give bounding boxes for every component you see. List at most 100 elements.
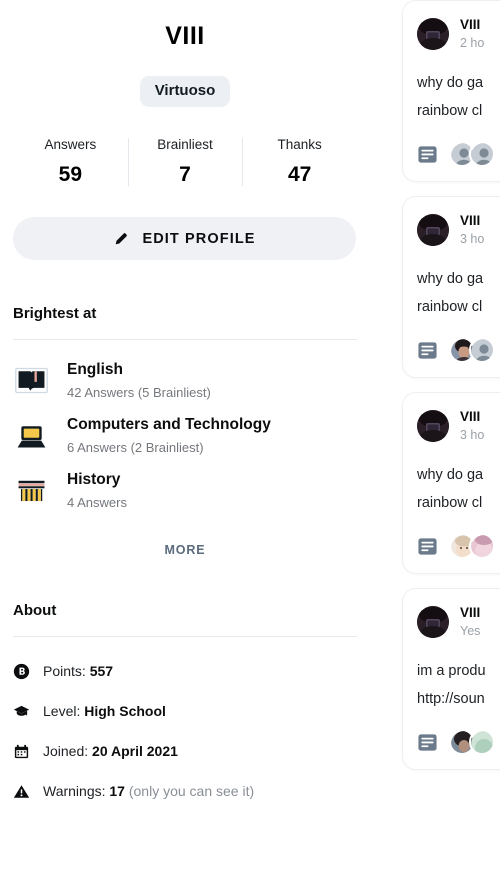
card-footer	[417, 141, 500, 167]
card-timestamp: Yes	[460, 624, 481, 638]
card-body-line: rainbow cl	[417, 103, 483, 119]
about-note: (only you can see it)	[124, 782, 255, 799]
card-body-line: rainbow cl	[417, 299, 483, 315]
subject-list: English 42 Answers (5 Brainliest) Comput…	[13, 354, 357, 519]
about-value: 17	[109, 782, 125, 799]
about-row-level: Level: High School	[13, 691, 357, 731]
card-body-line: http://soun	[417, 691, 485, 707]
stats-row: Answers 59 Brainliest 7 Thanks 47	[13, 134, 357, 192]
subject-text: Computers and Technology 6 Answers (2 Br…	[67, 415, 271, 456]
responder-avatars[interactable]	[449, 337, 495, 363]
subject-item-english[interactable]: English 42 Answers (5 Brainliest)	[13, 354, 357, 409]
card-author: VIII	[460, 17, 481, 32]
card-author: VIII	[460, 409, 481, 424]
subject-text: English 42 Answers (5 Brainliest)	[67, 360, 211, 401]
stat-thanks: Thanks 47	[242, 134, 357, 192]
card-body-line: rainbow cl	[417, 495, 483, 511]
pencil-icon	[113, 230, 130, 247]
stat-label: Answers	[44, 137, 97, 152]
about-value: 557	[89, 662, 114, 679]
placeholder-avatar[interactable]	[469, 141, 495, 167]
subject-item-computers-and-technology[interactable]: Computers and Technology 6 Answers (2 Br…	[13, 409, 357, 464]
stat-value: 47	[288, 163, 312, 186]
status-badge: Virtuoso	[139, 76, 231, 107]
profile-screen: VIII Virtuoso Answers 59 Brainliest 7 Th…	[0, 0, 500, 879]
brainly-points-icon	[13, 663, 30, 680]
card-author: VIII	[460, 605, 481, 620]
card-footer	[417, 729, 500, 755]
about-row-text: Points: 557	[43, 662, 113, 681]
card-footer	[417, 337, 500, 363]
about-label: Level:	[43, 702, 85, 719]
about-label: Joined:	[43, 742, 93, 759]
about-value: 20 April 2021	[92, 742, 178, 759]
divider	[13, 636, 357, 637]
feed-card[interactable]: VIII Yes im a produ http://soun	[402, 588, 500, 770]
answer-lines-icon	[417, 732, 438, 753]
card-header-text: VIII 3 ho	[460, 212, 484, 248]
about-label: Warnings:	[43, 782, 110, 799]
avatar[interactable]	[417, 410, 449, 442]
responder-avatars[interactable]	[449, 141, 495, 167]
page-title: VIII	[165, 22, 205, 50]
card-body-line: why do ga	[417, 271, 484, 287]
card-header: VIII 3 ho	[417, 212, 500, 248]
card-body-line: im a produ	[417, 663, 486, 679]
responder-avatars[interactable]	[449, 533, 495, 559]
photo-avatar-pink[interactable]	[469, 533, 495, 559]
profile-sidebar: VIII Virtuoso Answers 59 Brainliest 7 Th…	[0, 0, 370, 879]
card-footer	[417, 533, 500, 559]
card-header-text: VIII 2 ho	[460, 16, 484, 52]
card-body: why do ga rainbow cl	[417, 69, 500, 125]
card-timestamp: 3 ho	[460, 232, 485, 246]
avatar[interactable]	[417, 606, 449, 638]
book-icon	[13, 362, 50, 399]
stat-brainliest: Brainliest 7	[127, 134, 243, 192]
subject-name: English	[67, 361, 123, 378]
about-row-warnings: Warnings: 17 (only you can see it)	[13, 771, 357, 811]
about-label: Points:	[43, 662, 90, 679]
feed-card[interactable]: VIII 3 ho why do ga rainbow cl	[402, 392, 500, 574]
warning-icon	[13, 783, 30, 800]
laptop-icon	[13, 417, 50, 454]
feed-card[interactable]: VIII 2 ho why do ga rainbow cl	[402, 0, 500, 182]
calendar-icon	[13, 743, 30, 760]
card-timestamp: 2 ho	[460, 36, 485, 50]
about-row-text: Joined: 20 April 2021	[43, 742, 178, 761]
card-header: VIII 2 ho	[417, 16, 500, 52]
card-header-text: VIII 3 ho	[460, 408, 484, 444]
card-header: VIII Yes	[417, 604, 500, 640]
avatar[interactable]	[417, 214, 449, 246]
placeholder-avatar[interactable]	[469, 337, 495, 363]
subject-meta: 4 Answers	[67, 495, 127, 510]
card-timestamp: 3 ho	[460, 428, 485, 442]
card-body: why do ga rainbow cl	[417, 265, 500, 321]
about-row-joined: Joined: 20 April 2021	[13, 731, 357, 771]
stat-answers: Answers 59	[13, 134, 128, 192]
about-row-text: Level: High School	[43, 702, 166, 721]
card-body-line: why do ga	[417, 75, 484, 91]
stat-value: 7	[179, 163, 191, 186]
card-header: VIII 3 ho	[417, 408, 500, 444]
answer-lines-icon	[417, 144, 438, 165]
more-subjects-button[interactable]: MORE	[164, 543, 205, 557]
edit-profile-label: EDIT PROFILE	[142, 230, 256, 247]
subject-text: History 4 Answers	[67, 470, 127, 511]
subject-item-history[interactable]: History 4 Answers	[13, 464, 357, 519]
avatar[interactable]	[417, 18, 449, 50]
edit-profile-button[interactable]: EDIT PROFILE	[13, 217, 356, 260]
responder-avatars[interactable]	[449, 729, 495, 755]
feed-card[interactable]: VIII 3 ho why do ga rainbow cl	[402, 196, 500, 378]
about-row-text: Warnings: 17 (only you can see it)	[43, 782, 254, 801]
card-author: VIII	[460, 213, 481, 228]
photo-avatar-green[interactable]	[469, 729, 495, 755]
about-row-points: Points: 557	[13, 651, 357, 691]
answer-lines-icon	[417, 340, 438, 361]
subject-name: Computers and Technology	[67, 416, 271, 433]
card-header-text: VIII Yes	[460, 604, 480, 640]
answer-lines-icon	[417, 536, 438, 557]
stat-label: Thanks	[277, 137, 322, 152]
card-body: im a produ http://soun	[417, 657, 500, 713]
stat-value: 59	[58, 163, 83, 186]
subject-meta: 42 Answers (5 Brainliest)	[67, 385, 211, 400]
